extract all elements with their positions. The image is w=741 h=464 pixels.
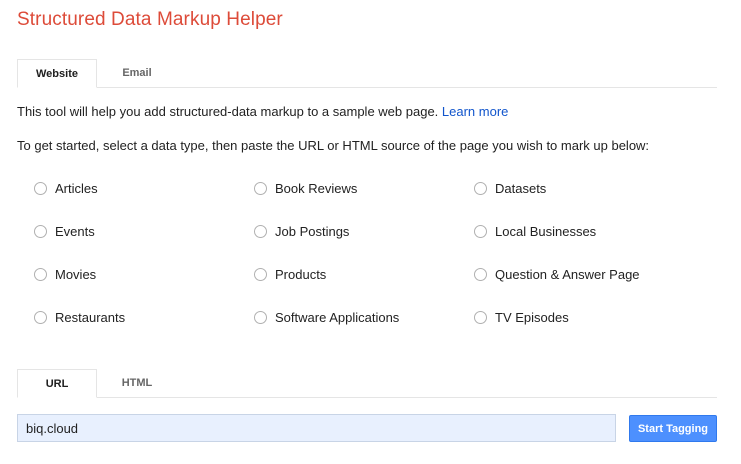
markup-helper-page: Structured Data Markup Helper Website Em… [0,0,741,464]
start-tagging-button[interactable]: Start Tagging [629,415,717,442]
data-type-label: Restaurants [55,309,126,325]
tab-url[interactable]: URL [17,369,97,398]
url-input[interactable] [17,414,616,442]
data-type-label: Local Businesses [495,223,597,239]
tab-html[interactable]: HTML [97,369,177,397]
radio-button[interactable] [474,310,487,324]
radio-button[interactable] [34,267,47,281]
input-tabs: URL HTML [17,369,717,398]
data-type-label: Movies [55,266,97,282]
data-type-option-software-applications[interactable]: Software Applications [254,307,399,327]
learn-more-link[interactable]: Learn more [442,104,508,119]
data-type-label: Job Postings [275,223,350,239]
data-type-label: Events [55,223,95,239]
data-type-option-movies[interactable]: Movies [34,264,96,284]
instructions-text: To get started, select a data type, then… [17,138,650,153]
data-type-option-events[interactable]: Events [34,221,95,241]
radio-button[interactable] [34,310,47,324]
tab-website[interactable]: Website [17,59,97,88]
data-type-option-products[interactable]: Products [254,264,326,284]
data-type-label: TV Episodes [495,309,569,325]
data-type-option-question-answer-page[interactable]: Question & Answer Page [474,264,640,284]
radio-button[interactable] [254,181,267,195]
radio-button[interactable] [254,310,267,324]
data-type-option-tv-episodes[interactable]: TV Episodes [474,307,569,327]
data-type-option-job-postings[interactable]: Job Postings [254,221,349,241]
data-type-option-local-businesses[interactable]: Local Businesses [474,221,596,241]
radio-button[interactable] [254,224,267,238]
source-tabs: Website Email [17,59,717,88]
data-type-option-book-reviews[interactable]: Book Reviews [254,178,357,198]
data-type-label: Articles [55,180,98,196]
page-title: Structured Data Markup Helper [17,9,283,30]
radio-button[interactable] [34,224,47,238]
data-type-option-articles[interactable]: Articles [34,178,98,198]
radio-button[interactable] [254,267,267,281]
radio-button[interactable] [474,181,487,195]
tab-email[interactable]: Email [97,59,177,87]
radio-button[interactable] [474,267,487,281]
radio-button[interactable] [474,224,487,238]
data-type-label: Datasets [495,180,547,196]
intro-text: This tool will help you add structured-d… [17,104,439,119]
data-type-option-restaurants[interactable]: Restaurants [34,307,125,327]
data-type-label: Book Reviews [275,180,358,196]
data-type-option-datasets[interactable]: Datasets [474,178,546,198]
data-type-label: Software Applications [275,309,400,325]
intro-paragraph: This tool will help you add structured-d… [17,104,508,119]
radio-button[interactable] [34,181,47,195]
data-type-label: Products [275,266,327,282]
data-type-label: Question & Answer Page [495,266,640,282]
